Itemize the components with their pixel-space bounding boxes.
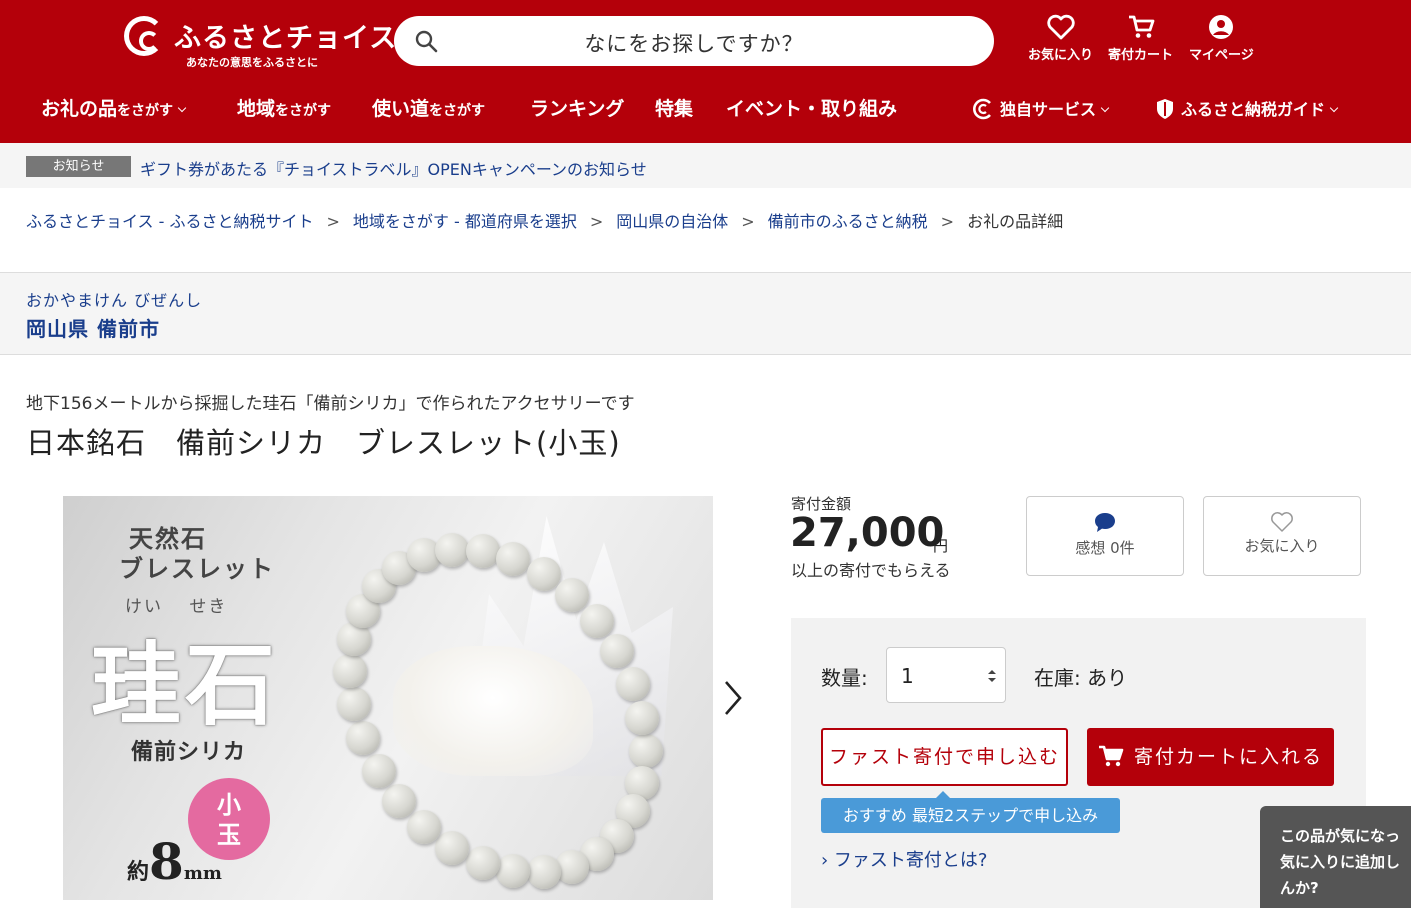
cart-label: 寄付カート bbox=[1108, 48, 1174, 63]
bead bbox=[435, 830, 470, 865]
nav-item-usage[interactable]: 使い道をさがす bbox=[372, 94, 485, 121]
bead bbox=[361, 753, 396, 788]
quantity-select[interactable]: 1 bbox=[886, 647, 1006, 703]
bead bbox=[526, 855, 561, 890]
favorites-link[interactable]: お気に入り bbox=[1028, 14, 1093, 63]
municipality-header: おかやまけん びぜんし 岡山県 備前市 bbox=[0, 272, 1411, 355]
nav-item-gifts[interactable]: お礼の品をさがす bbox=[41, 94, 187, 121]
breadcrumb-separator: > bbox=[326, 212, 340, 231]
cart-icon bbox=[1098, 745, 1124, 767]
nav-own-services[interactable]: 独自サービス bbox=[972, 96, 1110, 120]
bead bbox=[346, 721, 381, 756]
site-logo[interactable]: ふるさとチョイス あなたの意思をふるさとに bbox=[124, 14, 396, 70]
breadcrumb-separator: > bbox=[741, 212, 755, 231]
add-to-cart-button[interactable]: 寄付カートに入れる bbox=[1087, 728, 1334, 786]
bead bbox=[615, 666, 650, 701]
municipality-kana: おかやまけん びぜんし bbox=[26, 291, 203, 310]
review-label: 感想 0件 bbox=[1075, 539, 1135, 557]
breadcrumb-item[interactable]: 岡山県の自治体 bbox=[616, 212, 728, 231]
fast-donation-info-link[interactable]: › ファスト寄付とは? bbox=[821, 846, 987, 872]
search-box[interactable]: なにをお探しですか？ bbox=[394, 16, 994, 66]
logo-tagline: あなたの意思をふるさとに bbox=[186, 56, 318, 69]
breadcrumb: ふるさとチョイス - ふるさと納税サイト > 地域をさがす - 都道府県を選択 > 岡山… bbox=[26, 208, 1063, 232]
bead bbox=[579, 604, 614, 639]
mypage-link[interactable]: マイページ bbox=[1189, 14, 1254, 63]
stock-status: 在庫: あり bbox=[1034, 666, 1128, 690]
logo-mark-icon bbox=[124, 16, 164, 56]
global-nav: お礼の品をさがす 地域をさがす 使い道をさがす ランキング 特集 イベント・取り… bbox=[0, 88, 1411, 130]
quantity-label: 数量: bbox=[821, 666, 868, 690]
price-note: 以上の寄付でもらえる bbox=[791, 561, 951, 580]
cart-link[interactable]: 寄付カート bbox=[1108, 14, 1173, 63]
product-image[interactable]: 天然石 ブレスレット けい せき 珪石 備前シリカ 小 玉 約8mm bbox=[63, 496, 713, 900]
breadcrumb-separator: > bbox=[940, 212, 955, 231]
nav-item-features[interactable]: 特集 bbox=[655, 94, 693, 121]
notice-bar: お知らせ ギフト券があたる『チョイストラベル』OPENキャンペーンのお知らせ bbox=[0, 143, 1411, 188]
user-icon bbox=[1209, 15, 1234, 39]
price-unit: 円 bbox=[933, 537, 949, 555]
bead bbox=[526, 557, 561, 592]
cart-icon bbox=[1128, 15, 1154, 38]
nav-item-events[interactable]: イベント・取り組み bbox=[726, 94, 897, 121]
popup-text: この品が気になっ 気に入りに追加し んか? bbox=[1280, 827, 1401, 897]
bead bbox=[496, 542, 531, 577]
breadcrumb-item[interactable]: 備前市のふるさと納税 bbox=[768, 212, 928, 231]
favorite-button[interactable]: お気に入り bbox=[1203, 496, 1361, 576]
favorite-label: お気に入り bbox=[1244, 537, 1320, 555]
bead bbox=[336, 687, 371, 722]
nav-item-ranking[interactable]: ランキング bbox=[530, 94, 624, 121]
bead bbox=[382, 783, 417, 818]
heart-outline-icon bbox=[1271, 512, 1293, 532]
mypage-label: マイページ bbox=[1189, 48, 1254, 63]
product-catchcopy: 地下156メートルから採掘した珪石「備前シリカ」で作られたアクセサリーです bbox=[26, 394, 635, 414]
notice-link[interactable]: ギフト券があたる『チョイストラベル』OPENキャンペーンのお知らせ bbox=[140, 156, 647, 180]
choice-logo-icon bbox=[973, 98, 991, 120]
chevron-right-icon[interactable] bbox=[720, 678, 746, 718]
bead bbox=[333, 654, 368, 688]
crystal-decoration bbox=[393, 646, 593, 776]
site-header: ふるさとチョイス あなたの意思をふるさとに なにをお探しですか？ お気に入り 寄… bbox=[0, 0, 1411, 143]
image-main-text: 珪石 bbox=[91, 632, 279, 738]
breadcrumb-separator: > bbox=[589, 212, 604, 231]
breadcrumb-item[interactable]: 地域をさがす - 都道府県を選択 bbox=[353, 212, 577, 231]
nav-guide[interactable]: ふるさと納税ガイド bbox=[1155, 96, 1339, 120]
bead bbox=[435, 532, 470, 567]
chevron-down-icon bbox=[1100, 103, 1110, 113]
municipality-name[interactable]: 岡山県 備前市 bbox=[26, 313, 160, 342]
nav-item-region[interactable]: 地域をさがす bbox=[237, 94, 331, 121]
bead bbox=[628, 734, 663, 768]
heart-icon bbox=[1046, 14, 1075, 40]
comment-icon bbox=[1095, 513, 1115, 532]
fast-donation-button[interactable]: ファスト寄付で申し込む bbox=[821, 728, 1068, 786]
product-title: 日本銘石 備前シリカ ブレスレット(小玉) bbox=[26, 426, 621, 460]
image-subtext: 備前シリカ bbox=[131, 739, 247, 765]
chevron-down-icon bbox=[177, 103, 187, 113]
shield-icon bbox=[1157, 99, 1173, 119]
chevron-down-icon bbox=[1329, 103, 1339, 113]
search-input[interactable]: なにをお探しですか？ bbox=[394, 28, 994, 58]
breadcrumb-item[interactable]: ふるさとチョイス - ふるさと納税サイト bbox=[26, 212, 313, 231]
image-size-label: 約8mm bbox=[127, 832, 222, 891]
breadcrumb-current: お礼の品詳細 bbox=[967, 212, 1064, 231]
notice-badge: お知らせ bbox=[26, 156, 131, 177]
favorite-suggest-popup[interactable]: この品が気になっ 気に入りに追加し んか? bbox=[1260, 806, 1411, 908]
bead bbox=[465, 533, 500, 568]
bead bbox=[625, 700, 660, 735]
select-arrows-icon bbox=[988, 670, 996, 682]
bead bbox=[465, 845, 500, 880]
bead bbox=[554, 578, 589, 613]
review-button[interactable]: 感想 0件 bbox=[1026, 496, 1184, 576]
price-amount: 27,000 bbox=[790, 510, 945, 556]
bead bbox=[407, 809, 442, 844]
recommend-tooltip: おすすめ 最短2ステップで申し込み bbox=[821, 791, 1120, 833]
logo-text: ふるさとチョイス bbox=[174, 23, 398, 54]
favorites-label: お気に入り bbox=[1028, 48, 1094, 63]
image-heading: 天然石 ブレスレット bbox=[119, 524, 275, 583]
bead bbox=[496, 854, 531, 889]
